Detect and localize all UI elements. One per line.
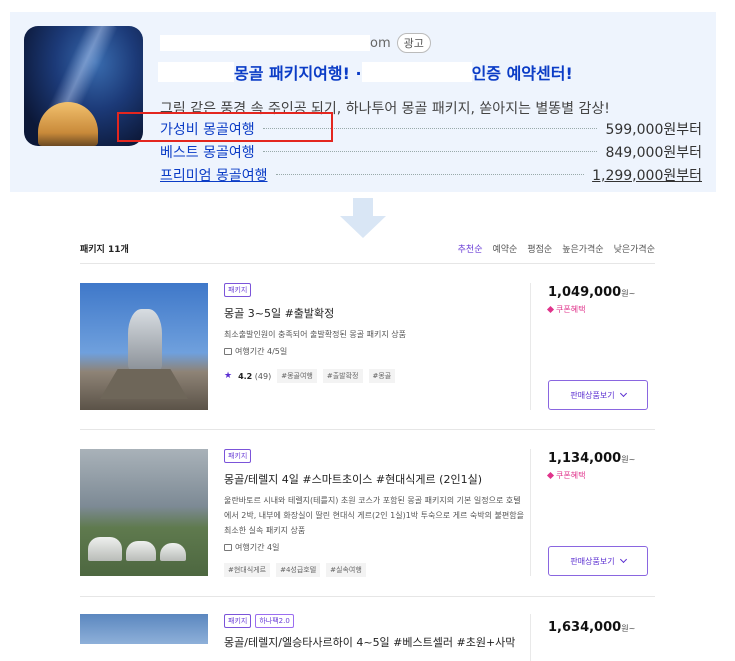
price-unit: 원~: [621, 289, 636, 298]
sitelink-label[interactable]: 베스트 몽골여행: [160, 142, 255, 162]
package-title[interactable]: 몽골/테렐지/엘승타사르하이 4~5일 #베스트셀러 #초원+사막: [224, 634, 524, 650]
monument-base-decoration: [100, 369, 188, 399]
package-title[interactable]: 몽골 3~5일 #출발확정: [224, 305, 524, 321]
coupon-text: 쿠폰혜택: [556, 471, 586, 480]
price-value: 1,634,000: [548, 620, 622, 635]
hashtag[interactable]: #몽골: [368, 369, 396, 383]
package-info: 패키지 몽골/테렐지 4일 #스마트초이스 #현대식게르 (2인1실) 울란바토…: [224, 449, 524, 577]
trip-duration: 여행기간 4/5일: [224, 346, 524, 357]
sort-options: 추천순 예약순 평점순 높은가격순 낮은가격순: [458, 242, 655, 255]
package-count: 패키지 11개: [80, 244, 129, 255]
button-label: 판매상품보기: [570, 556, 615, 566]
view-products-button[interactable]: 판매상품보기: [548, 380, 648, 410]
package-description: 울란바토르 시내와 테렐지(테를지) 초원 코스가 포함된 몽골 패키지의 기본…: [224, 496, 524, 535]
chevron-down-icon: [619, 555, 627, 564]
rating: 4.2 (49): [238, 372, 271, 381]
price-value: 1,049,000: [548, 285, 622, 300]
price-panel: 1,049,000원~ 쿠폰혜택 판매상품보기: [530, 283, 655, 410]
hashtag[interactable]: #4성급호텔: [276, 563, 321, 577]
ad-title-end: 인증 예약센터!: [471, 64, 573, 83]
package-item: 패키지 하나팩2.0 몽골/테렐지/엘승타사르하이 4~5일 #베스트셀러 #초…: [80, 614, 655, 661]
sort-price-high[interactable]: 높은가격순: [562, 242, 603, 255]
package-type-tag: 패키지: [224, 449, 252, 463]
duration-text: 여행기간 4일: [235, 543, 280, 552]
price-panel: 1,634,000원~: [530, 614, 655, 661]
coupon-icon: [546, 471, 555, 480]
ad-sitelink-best[interactable]: 베스트 몽골여행 849,000원부터: [160, 140, 702, 163]
hashtag[interactable]: #현대식게르: [224, 563, 271, 577]
package-meta: #현대식게르 #4성급호텔 #실속여행: [224, 563, 524, 577]
ad-title-link[interactable]: 몽골 패키지여행! · 인증 예약센터!: [158, 58, 573, 86]
divider: [80, 429, 655, 430]
package-price: 1,134,000원~: [548, 451, 655, 466]
package-type-tag: 패키지: [224, 283, 252, 297]
package-meta: ★ 4.2 (49) #몽골여행 #출발확정 #몽골: [224, 369, 524, 383]
dotted-leader: [262, 151, 598, 152]
ad-url-line[interactable]: om 광고: [160, 32, 431, 54]
dotted-leader: [275, 174, 585, 175]
package-photo[interactable]: [80, 614, 208, 644]
package-photo[interactable]: [80, 283, 208, 410]
calendar-icon: [224, 544, 232, 551]
redacted-title-start: [158, 62, 234, 82]
view-products-button[interactable]: 판매상품보기: [548, 546, 648, 576]
redacted-url: [160, 35, 370, 51]
trip-duration: 여행기간 4일: [224, 542, 524, 553]
chevron-down-icon: [619, 389, 627, 398]
button-label: 판매상품보기: [570, 390, 615, 400]
coupon-text: 쿠폰혜택: [556, 305, 586, 314]
hashtag[interactable]: #출발확정: [322, 369, 363, 383]
coupon-benefit[interactable]: 쿠폰혜택: [546, 304, 655, 315]
ger-decoration: [88, 537, 122, 561]
price-unit: 원~: [621, 624, 636, 633]
package-photo[interactable]: [80, 449, 208, 576]
ger-decoration: [126, 541, 156, 561]
rating-value: 4.2: [238, 371, 253, 381]
sort-rating[interactable]: 평점순: [527, 242, 552, 255]
sitelink-label[interactable]: 프리미엄 몽골여행: [160, 165, 268, 185]
sort-bookings[interactable]: 예약순: [493, 242, 518, 255]
price-panel: 1,134,000원~ 쿠폰혜택 판매상품보기: [530, 449, 655, 576]
package-info: 패키지 몽골 3~5일 #출발확정 최소출발인원이 충족되어 출발확정된 몽골 …: [224, 283, 524, 383]
hashtag[interactable]: #몽골여행: [277, 369, 317, 383]
ger-decoration: [160, 543, 186, 561]
package-list-header: 패키지 11개 추천순 예약순 평점순 높은가격순 낮은가격순: [80, 236, 655, 260]
ad-url-suffix: om: [370, 35, 391, 51]
hashtag[interactable]: #실속여행: [326, 563, 366, 577]
price-unit: 원~: [621, 455, 636, 464]
price-value: 1,134,000: [548, 451, 622, 466]
package-description: 최소출발인원이 충족되어 출발확정된 몽골 패키지 상품: [224, 330, 406, 339]
ad-title-text: 몽골 패키지여행! ·: [234, 64, 362, 83]
star-icon: ★: [224, 371, 233, 381]
down-arrow-icon: [340, 198, 386, 238]
statue-decoration: [128, 309, 162, 371]
package-price: 1,634,000원~: [548, 620, 655, 635]
package-type-tag: 하나팩2.0: [255, 614, 294, 628]
sitelink-price: 599,000원부터: [605, 121, 702, 138]
ad-sitelink-premium[interactable]: 프리미엄 몽골여행 1,299,000원부터: [160, 163, 702, 186]
calendar-icon: [224, 348, 232, 355]
red-highlight-box: [117, 112, 333, 142]
package-title[interactable]: 몽골/테렐지 4일 #스마트초이스 #현대식게르 (2인1실): [224, 471, 524, 487]
ad-badge: 광고: [396, 33, 431, 53]
package-item: 패키지 몽골/테렐지 4일 #스마트초이스 #현대식게르 (2인1실) 울란바토…: [80, 449, 655, 577]
package-type-tag: 패키지: [224, 614, 252, 628]
sort-price-low[interactable]: 낮은가격순: [614, 242, 655, 255]
search-ad-card: om 광고 몽골 패키지여행! · 인증 예약센터! 그림 같은 풍경 속 주인…: [10, 12, 716, 192]
redacted-title-middle: [361, 62, 472, 82]
sort-recommended[interactable]: 추천순: [458, 242, 483, 255]
duration-text: 여행기간 4/5일: [235, 347, 288, 356]
coupon-benefit[interactable]: 쿠폰혜택: [546, 470, 655, 481]
divider: [80, 596, 655, 597]
sitelink-price: 849,000원부터: [605, 144, 702, 161]
review-count: (49): [254, 371, 272, 381]
package-price: 1,049,000원~: [548, 285, 655, 300]
sitelink-price: 1,299,000원부터: [592, 167, 702, 184]
divider: [80, 263, 655, 264]
package-info: 패키지 하나팩2.0 몽골/테렐지/엘승타사르하이 4~5일 #베스트셀러 #초…: [224, 614, 524, 650]
coupon-icon: [546, 305, 555, 314]
package-item: 패키지 몽골 3~5일 #출발확정 최소출발인원이 충족되어 출발확정된 몽골 …: [80, 283, 655, 410]
